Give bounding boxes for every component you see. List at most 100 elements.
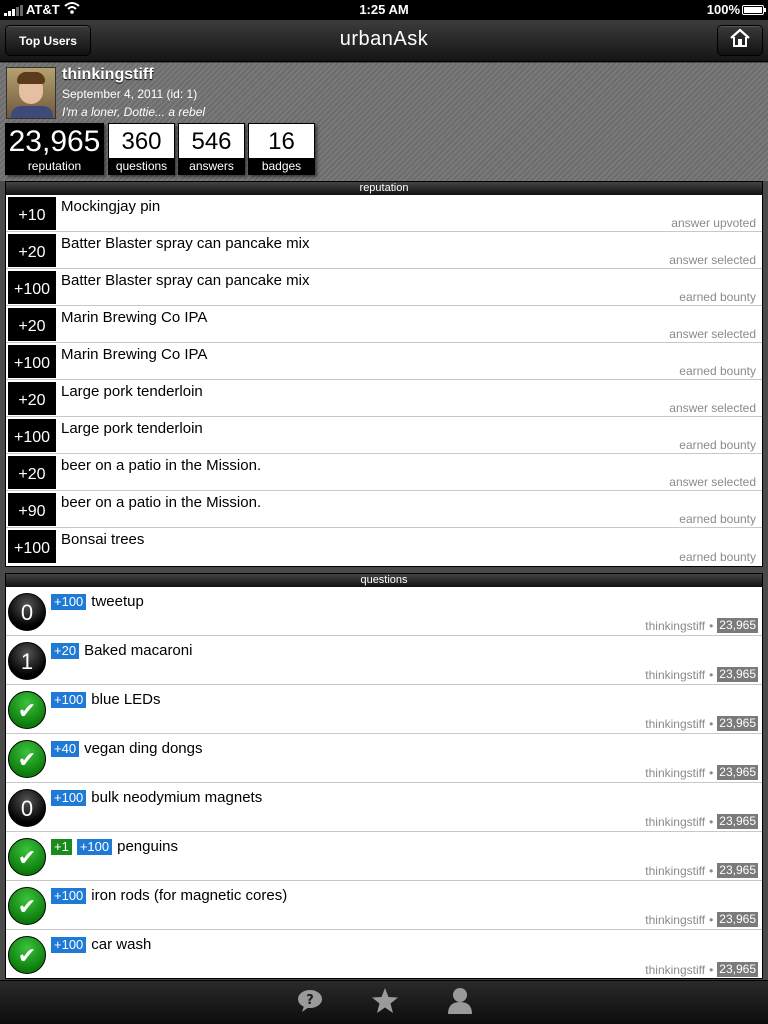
meta-separator: • <box>709 962 714 977</box>
reputation-points-badge: +20 <box>8 308 56 341</box>
reputation-row[interactable]: +100 Batter Blaster spray can pancake mix… <box>6 269 762 306</box>
author-reputation: 23,965 <box>717 863 758 878</box>
question-title: penguins <box>117 838 179 855</box>
stat-answers-label: answers <box>179 158 244 174</box>
question-title-line: +20 Baked macaroni <box>51 642 192 659</box>
reputation-item-title: beer on a patio in the Mission. <box>61 457 262 474</box>
reputation-item-title: Batter Blaster spray can pancake mix <box>61 272 310 289</box>
reputation-points-badge: +100 <box>8 345 56 378</box>
reputation-event-label: answer selected <box>669 327 756 341</box>
question-meta: thinkingstiff • 23,965 <box>645 765 758 780</box>
question-author: thinkingstiff <box>645 814 706 829</box>
navigation-bar: Top Users urbanAsk <box>0 20 768 62</box>
question-row[interactable]: ✔ +1 +100 penguins thinkingstiff • 23,965 <box>6 832 762 881</box>
question-meta: thinkingstiff • 23,965 <box>645 618 758 633</box>
reputation-points-badge: +10 <box>8 197 56 230</box>
reputation-row[interactable]: +20 Batter Blaster spray can pancake mix a… <box>6 232 762 269</box>
answer-count-badge: 0 <box>8 789 46 827</box>
reputation-points-badge: +100 <box>8 530 56 563</box>
reputation-item-title: Large pork tenderloin <box>61 383 203 400</box>
stat-badges-value: 16 <box>268 128 295 155</box>
question-row[interactable]: ✔ +40 vegan ding dongs thinkingstiff • 23,965 <box>6 734 762 783</box>
reputation-item-title: Mockingjay pin <box>61 198 161 215</box>
bounty-tag: +20 <box>51 642 80 659</box>
profile-bio: I'm a loner, Dottie... a rebel <box>62 105 206 119</box>
question-meta: thinkingstiff • 23,965 <box>645 962 758 977</box>
author-reputation: 23,965 <box>717 765 758 780</box>
stat-answers[interactable]: 546 answers <box>178 123 245 175</box>
tab-favorites[interactable] <box>365 987 405 1019</box>
question-title: Baked macaroni <box>84 642 193 659</box>
clock: 1:25 AM <box>359 2 409 17</box>
home-button[interactable] <box>717 25 763 56</box>
stat-questions[interactable]: 360 questions <box>108 123 175 175</box>
author-reputation: 23,965 <box>717 912 758 927</box>
meta-separator: • <box>709 863 714 878</box>
reputation-row[interactable]: +100 Marin Brewing Co IPA earned bounty <box>6 343 762 380</box>
reputation-row[interactable]: +20 Marin Brewing Co IPA answer selected <box>6 306 762 343</box>
reputation-row[interactable]: +20 beer on a patio in the Mission. answer… <box>6 454 762 491</box>
status-bar: AT&T 1:25 AM 100% <box>0 0 768 20</box>
reputation-row[interactable]: +100 Bonsai trees earned bounty <box>6 528 762 565</box>
reputation-event-label: earned bounty <box>679 512 756 526</box>
question-title: vegan ding dongs <box>84 740 203 757</box>
reputation-event-label: earned bounty <box>679 438 756 452</box>
reputation-event-label: answer upvoted <box>671 216 756 230</box>
bounty-tag: +100 <box>51 593 87 610</box>
question-title-line: +100 car wash <box>51 936 151 953</box>
reputation-event-label: answer selected <box>669 401 756 415</box>
meta-separator: • <box>709 716 714 731</box>
reputation-item-title: Marin Brewing Co IPA <box>61 346 208 363</box>
question-title: tweetup <box>91 593 144 610</box>
question-title: iron rods (for magnetic cores) <box>91 887 288 904</box>
profile-header: thinkingstiff September 4, 2011 (id: 1) … <box>0 63 768 181</box>
tab-profile[interactable] <box>440 987 480 1019</box>
bounty-tag: +100 <box>51 936 87 953</box>
question-meta: thinkingstiff • 23,965 <box>645 814 758 829</box>
questions-section: questions 0 +100 tweetup thinkingstiff • 23,9… <box>5 573 763 979</box>
stat-reputation-value: 23,965 <box>8 125 101 158</box>
stat-badges-label: badges <box>249 158 314 174</box>
reputation-points-badge: +20 <box>8 382 56 415</box>
question-author: thinkingstiff <box>645 962 706 977</box>
home-icon <box>729 28 751 53</box>
stat-questions-value: 360 <box>121 128 162 155</box>
question-meta: thinkingstiff • 23,965 <box>645 716 758 731</box>
question-author: thinkingstiff <box>645 716 706 731</box>
reputation-event-label: answer selected <box>669 253 756 267</box>
app-title: urbanAsk <box>339 28 429 50</box>
reputation-row[interactable]: +20 Large pork tenderloin answer selected <box>6 380 762 417</box>
questions-section-header: questions <box>6 574 762 587</box>
reputation-row[interactable]: +10 Mockingjay pin answer upvoted <box>6 195 762 232</box>
profile-joined-date: September 4, 2011 (id: 1) <box>62 87 198 101</box>
question-title: bulk neodymium magnets <box>91 789 263 806</box>
question-row[interactable]: ✔ +100 blue LEDs thinkingstiff • 23,965 <box>6 685 762 734</box>
question-row[interactable]: 1 +20 Baked macaroni thinkingstiff • 23,965 <box>6 636 762 685</box>
question-title: car wash <box>91 936 152 953</box>
stat-questions-label: questions <box>109 158 174 174</box>
reputation-row[interactable]: +100 Large pork tenderloin earned bounty <box>6 417 762 454</box>
reputation-points-badge: +90 <box>8 493 56 526</box>
question-row[interactable]: ✔ +100 iron rods (for magnetic cores) think… <box>6 881 762 930</box>
author-reputation: 23,965 <box>717 716 758 731</box>
question-author: thinkingstiff <box>645 618 706 633</box>
reputation-row[interactable]: +90 beer on a patio in the Mission. earned… <box>6 491 762 528</box>
reputation-points-badge: +20 <box>8 456 56 489</box>
battery-icon <box>742 5 766 15</box>
bounty-tag: +40 <box>51 740 80 757</box>
question-row[interactable]: ✔ +100 car wash thinkingstiff • 23,965 <box>6 930 762 979</box>
vote-count-tag: +1 <box>51 838 72 855</box>
tab-questions[interactable]: ? <box>290 987 330 1019</box>
stat-reputation[interactable]: 23,965 reputation <box>5 123 104 175</box>
stat-badges[interactable]: 16 badges <box>248 123 315 175</box>
author-reputation: 23,965 <box>717 962 758 977</box>
question-meta: thinkingstiff • 23,965 <box>645 863 758 878</box>
question-row[interactable]: 0 +100 bulk neodymium magnets thinkingstiff… <box>6 783 762 832</box>
reputation-section: reputation +10 Mockingjay pin answer upvot… <box>5 181 763 567</box>
svg-text:?: ? <box>306 993 314 1008</box>
question-row[interactable]: 0 +100 tweetup thinkingstiff • 23,965 <box>6 587 762 636</box>
answered-check-icon: ✔ <box>8 740 46 778</box>
bounty-tag: +100 <box>51 887 87 904</box>
stat-reputation-label: reputation <box>6 158 103 174</box>
question-author: thinkingstiff <box>645 667 706 682</box>
